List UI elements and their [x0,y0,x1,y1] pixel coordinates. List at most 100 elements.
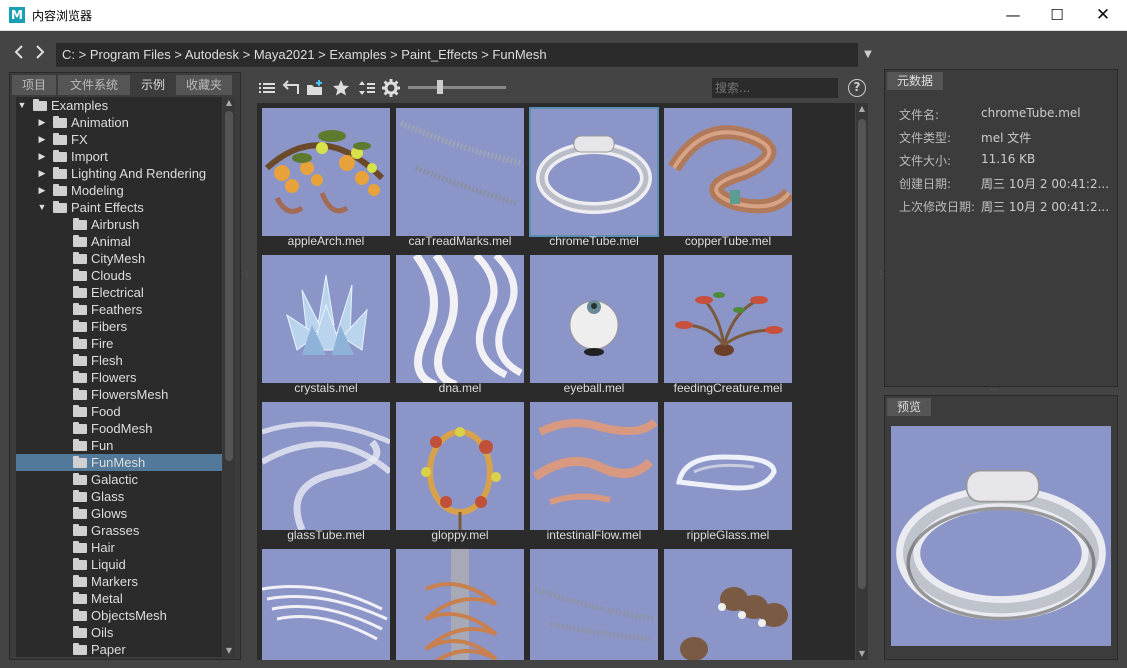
tree-item[interactable]: Metal [16,590,222,607]
metadata-tab[interactable]: 元数据 [887,72,944,90]
path-field[interactable]: C: > Program Files > Autodesk > Maya2021… [56,43,858,67]
thumbnail-image[interactable] [664,402,792,530]
path-dropdown-icon[interactable]: ▼ [860,43,876,67]
scroll-up-icon[interactable]: ▲ [856,103,868,115]
file-thumbnail[interactable]: glassTube.mel [257,397,390,544]
tree-item[interactable]: ▼ Paint Effects [16,199,222,216]
new-folder-icon[interactable] [306,79,324,97]
tree-item[interactable]: Markers [16,573,222,590]
thumbnail-size-slider[interactable] [408,80,506,94]
file-thumbnail[interactable]: appleArch.mel [257,103,390,250]
maximize-button[interactable]: ☐ [1034,0,1080,31]
tree-item[interactable]: FlowersMesh [16,386,222,403]
file-thumbnail[interactable]: feedingCreature.mel [659,250,792,397]
grid-scrollbar[interactable]: ▲ ▼ [856,103,868,660]
expanded-arrow-icon[interactable]: ▼ [36,199,48,216]
favorite-star-icon[interactable] [332,79,350,97]
thumbnail-image[interactable] [396,108,524,236]
tree-item[interactable]: Food [16,403,222,420]
tree-item[interactable]: Paper [16,641,222,657]
tree-item[interactable]: Grasses [16,522,222,539]
tree-item[interactable]: Animal [16,233,222,250]
slider-knob[interactable] [437,80,443,94]
tree-item[interactable]: Hair [16,539,222,556]
tree-item[interactable]: Feathers [16,301,222,318]
file-thumbnail[interactable]: intestinalFlow.mel [525,397,658,544]
thumbnail-image[interactable] [396,255,524,383]
tab-project[interactable]: 项目 [12,75,56,95]
file-thumbnail[interactable]: gloppy.mel [391,397,524,544]
file-thumbnail[interactable]: chromeTube.mel [525,103,659,250]
tree-item[interactable]: CityMesh [16,250,222,267]
tree-item[interactable]: ▶ FX [16,131,222,148]
thumbnail-image[interactable] [530,549,658,660]
tree-item[interactable]: Airbrush [16,216,222,233]
file-thumbnail[interactable]: carTreadMarks.mel [391,103,524,250]
file-thumbnail[interactable]: eyeball.mel [525,250,658,397]
return-icon[interactable] [282,79,300,97]
thumbnail-image[interactable] [529,107,659,237]
scrollbar-thumb[interactable] [858,119,866,589]
tree-item[interactable]: Galactic [16,471,222,488]
file-thumbnail[interactable] [391,544,524,660]
tree-item[interactable]: ▶ Import [16,148,222,165]
tree-scrollbar[interactable]: ▲ ▼ [223,97,235,657]
chevron-left-icon[interactable] [10,43,28,67]
sort-icon[interactable] [358,79,376,97]
scroll-down-icon[interactable]: ▼ [223,645,235,657]
scroll-down-icon[interactable]: ▼ [856,648,868,660]
tree-item[interactable]: Glass [16,488,222,505]
file-thumbnail[interactable] [659,544,792,660]
tree-item[interactable]: ▼ Examples [16,97,222,114]
horizontal-splitter[interactable]: ⋯ [990,385,998,394]
thumbnail-image[interactable] [396,402,524,530]
file-thumbnail[interactable] [257,544,390,660]
thumbnail-image[interactable] [396,549,524,660]
thumbnail-image[interactable] [262,108,390,236]
settings-gear-icon[interactable] [382,79,400,97]
search-input[interactable] [712,78,838,98]
scroll-up-icon[interactable]: ▲ [223,97,235,109]
file-thumbnail[interactable]: crystals.mel [257,250,390,397]
thumbnail-image[interactable] [664,549,792,660]
help-icon[interactable]: ? [848,79,866,97]
tree-item[interactable]: Fire [16,335,222,352]
tree-item[interactable]: Fibers [16,318,222,335]
file-thumbnail[interactable]: dna.mel [391,250,524,397]
tree-item[interactable]: Liquid [16,556,222,573]
thumbnail-image[interactable] [664,255,792,383]
tree-item[interactable]: Oils [16,624,222,641]
preview-tab[interactable]: 预览 [887,398,932,416]
thumbnail-image[interactable] [262,402,390,530]
tree-item[interactable]: Flesh [16,352,222,369]
tree-item[interactable]: FoodMesh [16,420,222,437]
collapsed-arrow-icon[interactable]: ▶ [36,165,48,182]
tree-item[interactable]: ▶ Lighting And Rendering [16,165,222,182]
close-button[interactable]: ✕ [1080,0,1126,31]
thumbnail-image[interactable] [664,108,792,236]
file-thumbnail[interactable]: copperTube.mel [659,103,792,250]
collapsed-arrow-icon[interactable]: ▶ [36,182,48,199]
minimize-button[interactable]: — [990,0,1036,31]
expanded-arrow-icon[interactable]: ▼ [16,97,28,114]
file-thumbnail[interactable]: rippleGlass.mel [659,397,792,544]
tree-item[interactable]: ▶ Animation [16,114,222,131]
tab-favorites[interactable]: 收藏夹 [176,75,232,95]
tree-item[interactable]: Flowers [16,369,222,386]
collapsed-arrow-icon[interactable]: ▶ [36,148,48,165]
tab-examples[interactable]: 示例 [132,75,174,95]
thumbnail-image[interactable] [530,402,658,530]
collapsed-arrow-icon[interactable]: ▶ [36,131,48,148]
thumbnail-image[interactable] [530,255,658,383]
tree-item[interactable]: Fun [16,437,222,454]
scrollbar-thumb[interactable] [225,111,233,461]
list-view-icon[interactable] [258,79,276,97]
tree-item[interactable]: Electrical [16,284,222,301]
thumbnail-image[interactable] [262,549,390,660]
thumbnail-image[interactable] [262,255,390,383]
file-thumbnail[interactable] [525,544,658,660]
chevron-right-icon[interactable] [31,43,49,67]
tree-item[interactable]: ▶ Modeling [16,182,222,199]
tree-item[interactable]: Clouds [16,267,222,284]
tree-item[interactable]: ObjectsMesh [16,607,222,624]
